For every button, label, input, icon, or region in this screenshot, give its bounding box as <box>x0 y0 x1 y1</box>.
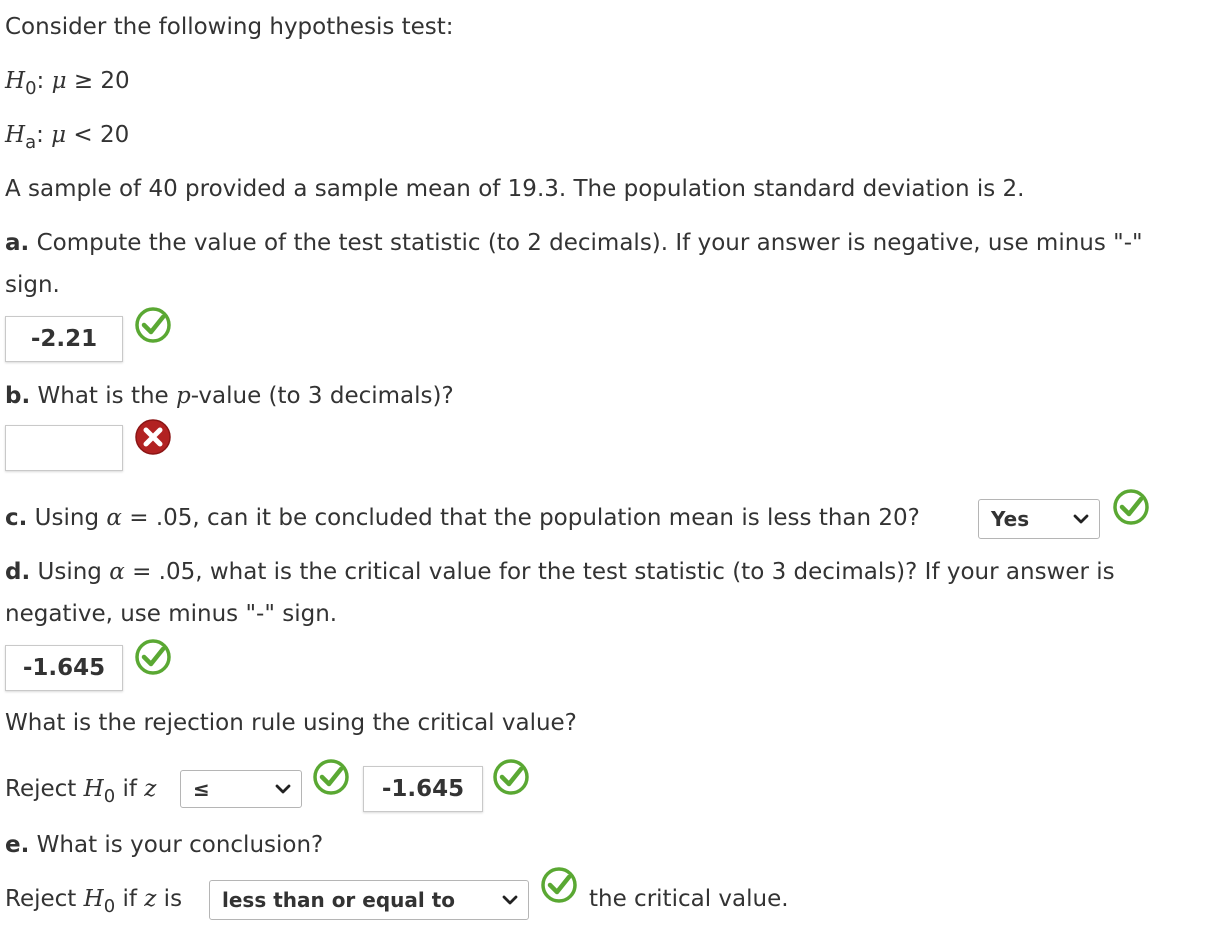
question-d-label: d. <box>5 559 31 585</box>
question-a-label: a. <box>5 230 30 256</box>
x-circle-icon <box>135 419 171 455</box>
h-symbol: H <box>83 776 104 802</box>
if-text: if <box>115 886 145 912</box>
sample-text: A sample of 40 provided a sample mean of… <box>5 176 1025 202</box>
mu-symbol: μ <box>51 68 67 94</box>
p-symbol: p <box>176 383 191 409</box>
colon: : <box>36 68 52 94</box>
null-hypothesis: H0: μ ≥ 20 <box>5 66 130 99</box>
check-circle-icon <box>541 867 577 903</box>
answer-a-input[interactable]: -2.21 <box>5 316 123 362</box>
h-symbol: H <box>83 886 104 912</box>
question-e-label: e. <box>5 832 30 858</box>
rule-value-input[interactable]: -1.645 <box>363 766 483 812</box>
question-d-post: = .05, what is the critical value for th… <box>124 559 1115 585</box>
h-symbol: H <box>5 68 26 94</box>
question-a-line2: sign. <box>5 272 60 298</box>
chevron-down-icon <box>1073 514 1089 524</box>
colon: : <box>36 122 52 148</box>
question-d-line1: d. Using α = .05, what is the critical v… <box>5 557 1115 587</box>
check-circle-icon <box>1113 489 1149 525</box>
question-c-post: = .05, can it be concluded that the popu… <box>121 505 920 531</box>
answer-d-input[interactable]: -1.645 <box>5 645 123 691</box>
question-e-text: What is your conclusion? <box>29 832 324 858</box>
h-symbol: H <box>5 122 26 148</box>
question-b-label: b. <box>5 383 31 409</box>
check-circle-icon <box>135 639 171 675</box>
alpha-symbol: α <box>109 559 125 585</box>
chevron-down-icon <box>502 895 518 905</box>
question-c: c. Using α = .05, can it be concluded th… <box>5 503 920 533</box>
mu-symbol: μ <box>51 122 67 148</box>
question-c-pre: Using <box>27 505 107 531</box>
alpha-symbol: α <box>106 505 122 531</box>
conclusion-selected: less than or equal to <box>222 888 455 912</box>
z-symbol: z <box>144 886 157 912</box>
question-d-pre: Using <box>30 559 110 585</box>
question-a-line1: a. Compute the value of the test statist… <box>5 228 1143 258</box>
is-text: is <box>156 886 183 912</box>
answer-b-input[interactable] <box>5 425 123 471</box>
rule-operator-select[interactable]: ≤ <box>180 770 302 808</box>
alternative-hypothesis: Ha: μ < 20 <box>5 120 130 153</box>
rule-operator-selected: ≤ <box>193 777 210 801</box>
conclusion-sentence: Reject H0 if z is <box>5 884 183 917</box>
answer-c-select[interactable]: Yes <box>978 499 1100 539</box>
conclusion-select[interactable]: less than or equal to <box>209 880 529 920</box>
rejection-rule: Reject H0 if z <box>5 774 157 807</box>
h-subscript: 0 <box>25 78 37 99</box>
question-a-text: Compute the value of the test statistic … <box>29 230 1143 256</box>
h-subscript: 0 <box>103 786 116 807</box>
if-text: if <box>115 776 145 802</box>
reject-text: Reject <box>5 886 84 912</box>
question-b-pre: What is the <box>30 383 176 409</box>
answer-c-selected: Yes <box>991 507 1030 531</box>
relation: ≥ 20 <box>66 68 130 94</box>
z-symbol: z <box>144 776 157 802</box>
relation: < 20 <box>66 122 130 148</box>
check-circle-icon <box>313 759 349 795</box>
conclusion-post: the critical value. <box>589 886 789 912</box>
h-subscript: a <box>25 132 37 153</box>
question-e: e. What is your conclusion? <box>5 830 323 860</box>
rejection-rule-question: What is the rejection rule using the cri… <box>5 710 577 736</box>
chevron-down-icon <box>275 784 291 794</box>
question-d-line2: negative, use minus "-" sign. <box>5 601 338 627</box>
h-subscript: 0 <box>103 896 116 917</box>
question-c-label: c. <box>5 505 28 531</box>
question-b-post: -value (to 3 decimals)? <box>190 383 454 409</box>
check-circle-icon <box>493 759 529 795</box>
intro-text: Consider the following hypothesis test: <box>5 14 454 40</box>
check-circle-icon <box>135 307 171 343</box>
reject-text: Reject <box>5 776 84 802</box>
question-b: b. What is the p-value (to 3 decimals)? <box>5 381 454 411</box>
